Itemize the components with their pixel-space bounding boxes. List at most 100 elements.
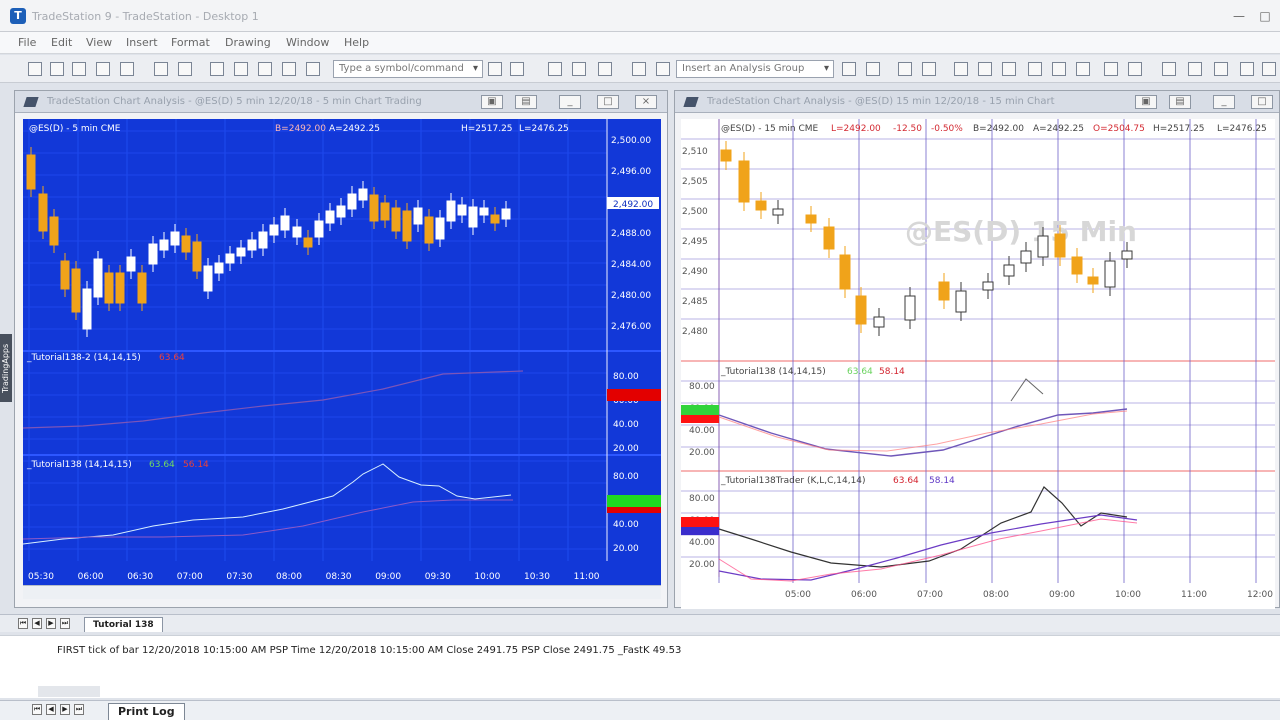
chevron-down-icon: ▾ xyxy=(472,63,478,74)
trade-bar-icon[interactable] xyxy=(1162,62,1176,76)
symbol-link-icon[interactable]: ▤ xyxy=(1169,95,1191,109)
restore-chart-icon[interactable]: □ xyxy=(1251,95,1273,109)
right-price-tick: 2,495 xyxy=(682,237,708,247)
analysis-icon[interactable] xyxy=(306,62,320,76)
workspace-icon[interactable] xyxy=(120,62,134,76)
print-log-scroll-thumb[interactable] xyxy=(38,686,100,697)
bar-chart-icon[interactable] xyxy=(866,62,880,76)
black-square-icon[interactable] xyxy=(1002,62,1016,76)
table-icon[interactable] xyxy=(572,62,586,76)
left-candle-body xyxy=(170,231,180,246)
previous-log-tab-icon[interactable]: ◀ xyxy=(46,704,56,715)
first-log-tab-icon[interactable]: ⏮ xyxy=(32,704,42,715)
window-icon[interactable] xyxy=(898,62,912,76)
arrow-tool-icon[interactable] xyxy=(656,62,670,76)
left-candle-body xyxy=(369,194,379,222)
right-chart-svg[interactable]: @ES(D) - 15 min CME L=2492.00 -12.50 -0.50%… xyxy=(681,119,1275,609)
print-log-line: FIRST tick of bar 12/20/2018 10:15:00 AM… xyxy=(57,645,682,656)
left-time-tick: 09:00 xyxy=(375,572,401,582)
close-chart-icon[interactable]: × xyxy=(635,95,657,109)
chart-type-icon[interactable] xyxy=(842,62,856,76)
print-preview-icon[interactable] xyxy=(154,62,168,76)
minimize-chart-icon[interactable]: _ xyxy=(1213,95,1235,109)
right-price-tick: 2,490 xyxy=(682,267,708,277)
left-chart-svg[interactable]: @ES(D) - 5 min CME B=2492.00 A=2492.25 H=25… xyxy=(23,119,661,585)
refresh-icon[interactable] xyxy=(96,62,110,76)
previous-tab-icon[interactable]: ◀ xyxy=(32,618,42,629)
dropdown-tool-icon[interactable] xyxy=(1214,62,1228,76)
menu-format[interactable]: Format xyxy=(171,36,210,49)
left-chart-scrollbar[interactable] xyxy=(23,585,661,599)
right-candle-body xyxy=(1037,235,1049,258)
left-candle-body xyxy=(93,258,103,298)
chart-icon[interactable] xyxy=(598,62,612,76)
left-indicator-1-tick: 20.00 xyxy=(613,444,639,454)
left-candle-body xyxy=(71,268,81,313)
toolbox-side-tab[interactable]: TradingApps xyxy=(0,334,12,402)
menu-drawing[interactable]: Drawing xyxy=(225,36,271,49)
print-log-pane: FIRST tick of bar 12/20/2018 10:15:00 AM… xyxy=(0,635,1280,698)
move-icon[interactable] xyxy=(1128,62,1142,76)
indicator-icon[interactable] xyxy=(978,62,992,76)
command-placeholder: Type a symbol/command xyxy=(339,63,464,74)
right-chart-symbol: @ES(D) - 15 min CME xyxy=(721,124,819,134)
right-candle-body xyxy=(1003,264,1015,277)
menu-help[interactable]: Help xyxy=(344,36,369,49)
minimize-icon[interactable]: — xyxy=(1226,8,1252,24)
zoom-icon[interactable] xyxy=(1240,62,1254,76)
chart-zoom-icon[interactable] xyxy=(1262,62,1276,76)
left-chart-canvas[interactable]: @ES(D) - 5 min CME B=2492.00 A=2492.25 H=25… xyxy=(23,119,661,585)
right-candle-body xyxy=(955,290,967,313)
left-indicator-1-label: _Tutorial138-2 (14,14,15) xyxy=(26,353,141,363)
menu-file[interactable]: File xyxy=(18,36,36,49)
minimize-chart-icon[interactable]: _ xyxy=(559,95,581,109)
left-candle-body xyxy=(49,216,59,246)
menu-edit[interactable]: Edit xyxy=(51,36,72,49)
left-candle-body xyxy=(258,231,268,249)
open-folder-icon[interactable] xyxy=(50,62,64,76)
new-document-icon[interactable] xyxy=(28,62,42,76)
right-chart-bid: B=2492.00 xyxy=(973,124,1024,134)
chart-cursor-icon[interactable] xyxy=(510,62,524,76)
workspace-tab-tutorial-138[interactable]: Tutorial 138 xyxy=(84,617,163,632)
draw-icon[interactable] xyxy=(282,62,296,76)
home-icon[interactable] xyxy=(258,62,272,76)
menu-window[interactable]: Window xyxy=(286,36,329,49)
print-icon[interactable] xyxy=(178,62,192,76)
red-bars-icon[interactable] xyxy=(1076,62,1090,76)
settings-icon[interactable] xyxy=(954,62,968,76)
next-tab-icon[interactable]: ▶ xyxy=(46,618,56,629)
radar-screen-icon[interactable] xyxy=(234,62,248,76)
link-window-icon[interactable]: ▣ xyxy=(481,95,503,109)
menu-insert[interactable]: Insert xyxy=(126,36,158,49)
right-candle-body xyxy=(855,295,867,325)
right-indicator-1-tick: 40.00 xyxy=(689,426,715,436)
left-indicator-2-tick: 40.00 xyxy=(613,520,639,530)
maximize-icon[interactable]: □ xyxy=(1252,8,1278,24)
first-tab-icon[interactable]: ⏮ xyxy=(18,618,28,629)
market-depth-icon[interactable] xyxy=(1188,62,1202,76)
left-candle-body xyxy=(269,224,279,236)
right-candle-body xyxy=(755,200,767,211)
go-arrow-icon[interactable] xyxy=(488,62,502,76)
bars-icon[interactable] xyxy=(1052,62,1066,76)
last-tab-icon[interactable]: ⏭ xyxy=(60,618,70,629)
crosshair-icon[interactable] xyxy=(1104,62,1118,76)
grid-icon[interactable] xyxy=(548,62,562,76)
restore-chart-icon[interactable]: □ xyxy=(597,95,619,109)
menu-view[interactable]: View xyxy=(86,36,112,49)
right-indicator-2-value-2: 58.14 xyxy=(929,476,955,486)
print-log-tab[interactable]: Print Log xyxy=(108,703,185,720)
next-log-tab-icon[interactable]: ▶ xyxy=(60,704,70,715)
save-icon[interactable] xyxy=(72,62,86,76)
right-chart-canvas[interactable]: @ES(D) - 15 min CME L=2492.00 -12.50 -0.50%… xyxy=(681,119,1275,609)
symbol-link-icon[interactable]: ▤ xyxy=(515,95,537,109)
tile-icon[interactable] xyxy=(922,62,936,76)
candle-icon[interactable] xyxy=(1028,62,1042,76)
link-icon[interactable] xyxy=(632,62,646,76)
command-input[interactable]: Type a symbol/command ▾ xyxy=(333,60,483,78)
link-window-icon[interactable]: ▣ xyxy=(1135,95,1157,109)
last-log-tab-icon[interactable]: ⏭ xyxy=(74,704,84,715)
analysis-group-select[interactable]: Insert an Analysis Group ▾ xyxy=(676,60,834,78)
insert-chart-icon[interactable] xyxy=(210,62,224,76)
